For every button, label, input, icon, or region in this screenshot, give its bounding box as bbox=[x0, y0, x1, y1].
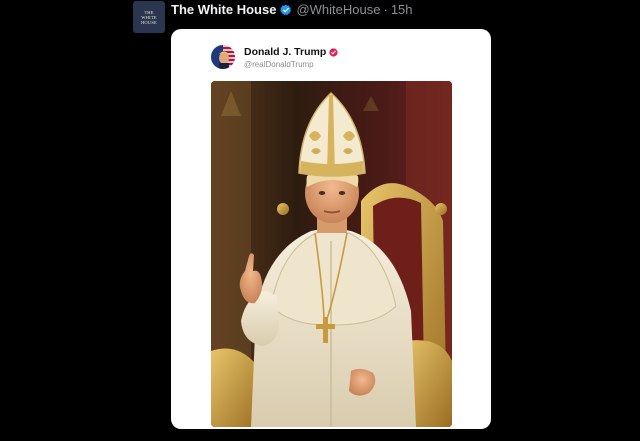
quoted-post-card[interactable]: Donald J. Trump @realDonaldTrump bbox=[171, 29, 491, 429]
separator-dot: · bbox=[383, 2, 388, 17]
quoted-author-avatar[interactable] bbox=[211, 45, 235, 69]
avatar-text-3: HOUSE bbox=[140, 19, 157, 25]
author-handle[interactable]: @WhiteHouse bbox=[296, 2, 380, 17]
quoted-author-info: Donald J. Trump @realDonaldTrump bbox=[244, 46, 338, 69]
quoted-post-image[interactable] bbox=[211, 81, 452, 427]
quoted-author-name[interactable]: Donald J. Trump bbox=[244, 46, 326, 58]
whitehouse-avatar[interactable]: THE WHITE HOUSE bbox=[133, 1, 165, 33]
verified-check-icon bbox=[280, 4, 292, 16]
author-name[interactable]: The White House bbox=[171, 2, 276, 17]
quoted-author-line: Donald J. Trump bbox=[244, 46, 338, 58]
pope-portrait-illustration bbox=[211, 81, 452, 427]
author-line: The White House @WhiteHouse · 15h bbox=[171, 2, 413, 17]
post-timestamp[interactable]: 15h bbox=[391, 2, 413, 17]
quoted-post-header: Donald J. Trump @realDonaldTrump bbox=[211, 45, 338, 69]
quoted-author-handle[interactable]: @realDonaldTrump bbox=[244, 60, 338, 69]
verified-badge-icon bbox=[329, 47, 338, 57]
